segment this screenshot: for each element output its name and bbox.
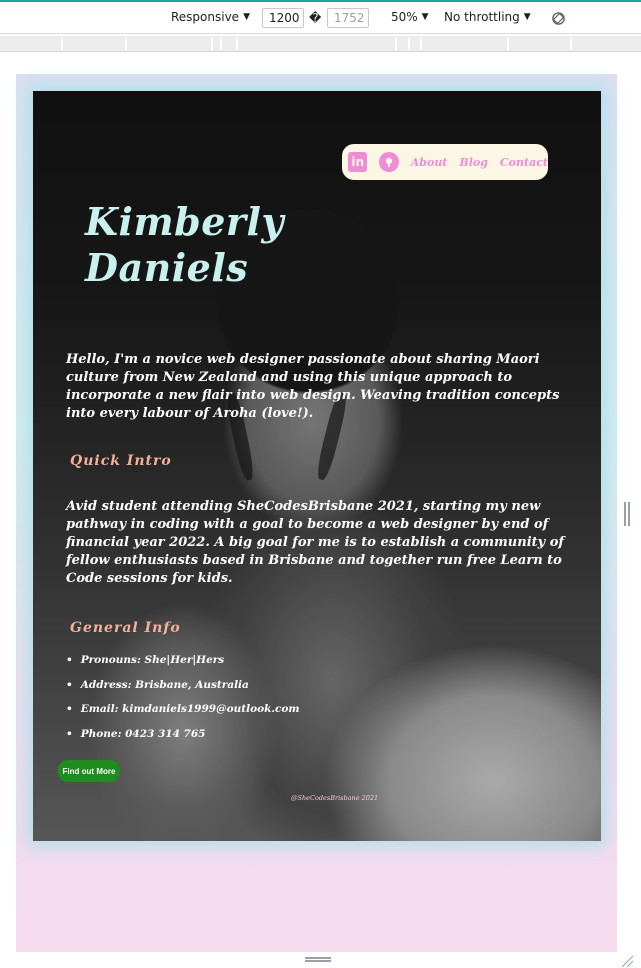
emulated-viewport: in About Blog Contact Kimberly Daniels H…	[16, 74, 617, 952]
nav-link-about[interactable]: About	[411, 156, 448, 169]
find-out-more-button[interactable]: Find out More	[58, 760, 120, 782]
chevron-down-icon: ▼	[523, 12, 531, 22]
hero-section: in About Blog Contact Kimberly Daniels H…	[33, 91, 601, 841]
page-title: Kimberly Daniels	[85, 199, 284, 291]
device-mode-label: Responsive	[171, 10, 240, 24]
general-info-heading: General Info	[70, 620, 181, 636]
swap-dimensions-button[interactable]: �	[309, 11, 321, 25]
media-query-ruler	[0, 36, 641, 52]
name-first: Kimberly	[85, 199, 284, 244]
footer-credit: @SheCodesBrisbane 2021	[291, 794, 379, 802]
viewport-resize-handle-bottom[interactable]	[305, 957, 331, 962]
throttling-label: No throttling	[444, 10, 520, 24]
github-icon[interactable]	[379, 152, 399, 172]
chevron-down-icon: ▼	[421, 12, 429, 22]
quick-intro-paragraph: Avid student attending SheCodesBrisbane …	[66, 499, 564, 586]
quick-intro-heading: Quick Intro	[70, 453, 172, 469]
device-toolbar: Responsive ▼ 1200 � 1752 50% ▼ No thrott…	[0, 2, 641, 34]
list-item-address: Address: Brisbane, Australia	[66, 679, 300, 704]
throttling-dropdown[interactable]: No throttling ▼	[444, 10, 531, 24]
height-input[interactable]: 1752	[327, 8, 369, 28]
nav-link-blog[interactable]: Blog	[459, 156, 488, 169]
list-item-email: Email: kimdaniels1999@outlook.com	[66, 703, 300, 728]
list-item-pronouns: Pronouns: She|Her|Hers	[66, 654, 300, 679]
intro-paragraph: Hello, I'm a novice web designer passion…	[66, 352, 560, 421]
viewport-resize-handle-right[interactable]	[624, 502, 630, 526]
chevron-down-icon: ▼	[243, 12, 250, 22]
zoom-dropdown[interactable]: 50% ▼	[391, 10, 429, 24]
corner-resize-grip-icon[interactable]	[620, 954, 634, 968]
general-info-list: Pronouns: She|Her|Hers Address: Brisbane…	[66, 654, 300, 752]
width-input[interactable]: 1200	[262, 8, 304, 28]
name-last: Daniels	[85, 245, 249, 290]
zoom-label: 50%	[391, 10, 418, 24]
top-nav: in About Blog Contact	[342, 144, 548, 180]
linkedin-icon[interactable]: in	[348, 152, 368, 172]
device-mode-dropdown[interactable]: Responsive ▼	[171, 10, 250, 24]
list-item-phone: Phone: 0423 314 765	[66, 728, 300, 753]
nav-link-contact[interactable]: Contact	[500, 156, 548, 169]
rotate-icon[interactable]	[551, 11, 566, 26]
